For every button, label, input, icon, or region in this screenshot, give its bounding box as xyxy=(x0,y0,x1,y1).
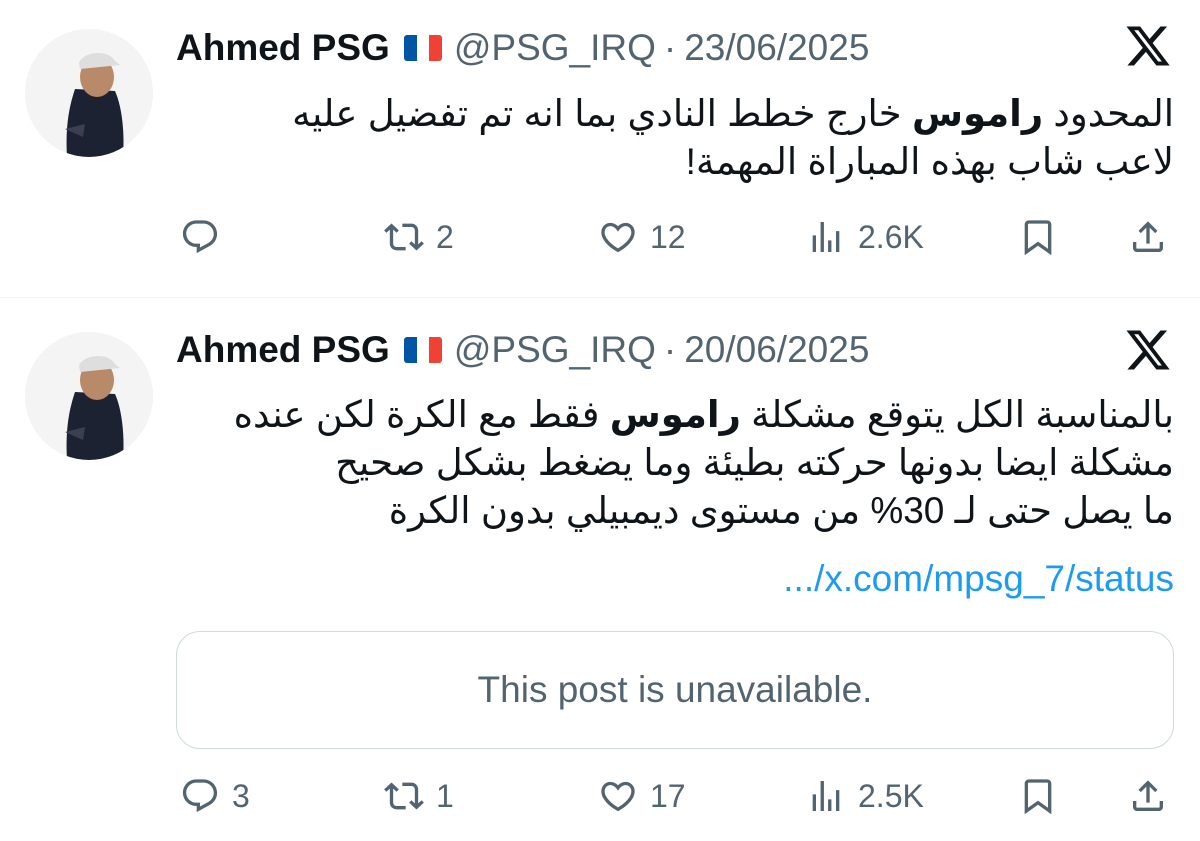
bookmark-button[interactable] xyxy=(1018,768,1058,824)
quoted-post-unavailable: This post is unavailable. xyxy=(176,631,1174,749)
repost-arrows-icon xyxy=(384,223,424,251)
tweet-text-line: ما يصل حتى لـ 30% من مستوى ديمبيلي بدون … xyxy=(388,490,1174,531)
views-button[interactable]: 2.5K xyxy=(806,768,924,824)
tweet-1[interactable]: Ahmed PSG @PSG_IRQ · 23/06/2025 المحدود … xyxy=(0,0,1200,297)
reply-button[interactable] xyxy=(180,209,232,265)
x-logo-icon xyxy=(1126,26,1170,66)
views-count: 2.5K xyxy=(858,777,924,814)
action-bar: 2 12 2.6K xyxy=(0,209,1200,265)
author-name[interactable]: Ahmed PSG xyxy=(176,27,390,69)
x-logo-icon xyxy=(1126,330,1170,370)
author-avatar[interactable] xyxy=(25,332,153,460)
bookmark-button[interactable] xyxy=(1018,209,1058,265)
heart-icon xyxy=(601,222,635,253)
reply-button[interactable]: 3 xyxy=(180,768,250,824)
tweet-text: بالمناسبة الكل يتوقع مشكلة راموس فقط مع … xyxy=(176,391,1174,535)
france-flag-icon xyxy=(403,337,442,363)
views-count: 2.6K xyxy=(858,218,924,255)
share-upload-icon xyxy=(1133,780,1163,811)
share-upload-icon xyxy=(1133,221,1163,252)
like-button[interactable]: 12 xyxy=(598,209,686,265)
status-link[interactable]: .../x.com/mpsg_7/status xyxy=(176,555,1174,603)
author-name[interactable]: Ahmed PSG xyxy=(176,329,390,371)
author-avatar[interactable] xyxy=(25,29,153,157)
repost-button[interactable]: 1 xyxy=(384,768,454,824)
views-button[interactable]: 2.6K xyxy=(806,209,924,265)
repost-count: 2 xyxy=(436,218,454,255)
like-count: 17 xyxy=(650,777,686,814)
reply-count: 3 xyxy=(232,777,250,814)
repost-count: 1 xyxy=(436,777,454,814)
tweet-header: Ahmed PSG @PSG_IRQ · 20/06/2025 xyxy=(176,324,869,376)
heart-icon xyxy=(601,781,635,812)
repost-button[interactable]: 2 xyxy=(384,209,454,265)
bar-chart-icon xyxy=(812,222,840,252)
separator-dot: · xyxy=(663,329,677,370)
bookmark-icon xyxy=(1024,779,1052,815)
tweet-text-line: المحدود راموس خارج خطط النادي بما انه تم… xyxy=(292,93,1174,134)
repost-arrows-icon xyxy=(384,782,424,810)
post-date[interactable]: 23/06/2025 xyxy=(684,27,869,69)
bookmark-icon xyxy=(1024,220,1052,256)
share-button[interactable] xyxy=(1128,209,1168,265)
tweet-2[interactable]: Ahmed PSG @PSG_IRQ · 20/06/2025 بالمناسب… xyxy=(0,298,1200,841)
post-date[interactable]: 20/06/2025 xyxy=(684,329,869,371)
tweet-text: المحدود راموس خارج خطط النادي بما انه تم… xyxy=(176,90,1174,186)
share-button[interactable] xyxy=(1128,768,1168,824)
like-count: 12 xyxy=(650,218,686,255)
bar-chart-icon xyxy=(812,781,840,811)
speech-bubble-icon xyxy=(182,220,218,254)
author-handle[interactable]: @PSG_IRQ xyxy=(454,27,656,69)
speech-bubble-icon xyxy=(182,779,218,813)
action-bar: 3 1 17 2.5K xyxy=(0,768,1200,824)
like-button[interactable]: 17 xyxy=(598,768,686,824)
separator-dot: · xyxy=(663,27,677,68)
tweet-text-line: لاعب شاب بهذه المباراة المهمة! xyxy=(685,141,1174,182)
tweet-text-line: بالمناسبة الكل يتوقع مشكلة راموس فقط مع … xyxy=(233,394,1174,435)
tweet-header: Ahmed PSG @PSG_IRQ · 23/06/2025 xyxy=(176,22,869,74)
author-handle[interactable]: @PSG_IRQ xyxy=(454,329,656,371)
tweet-text-line: مشكلة ايضا بدونها حركته بطيئة وما يضغط ب… xyxy=(335,442,1174,483)
france-flag-icon xyxy=(403,35,442,61)
